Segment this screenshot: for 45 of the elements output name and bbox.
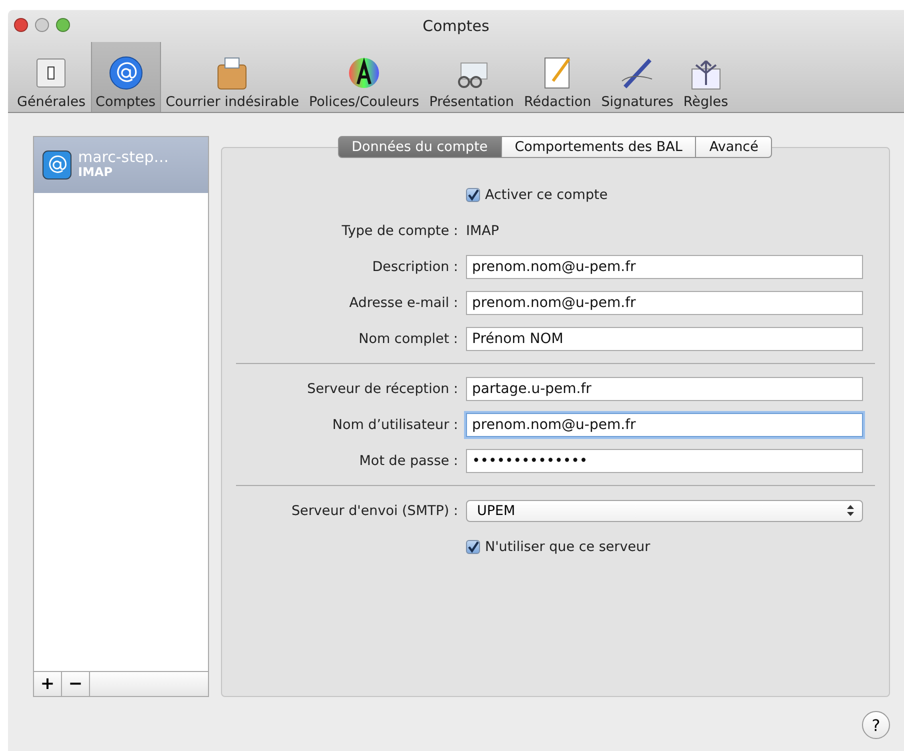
field-value: IMAP [466,222,500,238]
field-label: Serveur d'envoi (SMTP) : [290,502,458,518]
field-label: Nom complet : [358,330,458,346]
field-label: Nom d’utilisateur : [331,416,458,432]
field-label: Description : [371,258,458,274]
zoom-icon[interactable] [56,18,70,32]
select-field[interactable]: UPEM [466,500,863,522]
input-field[interactable]: partage.u-pem.fr [466,376,863,400]
tab[interactable]: Données du compte [338,136,502,158]
toolbar-tab[interactable]: Polices/Couleurs [304,42,424,112]
at-sign-icon [108,55,143,91]
tab[interactable]: Comportements des BAL [500,136,696,158]
field-label: Serveur de réception : [306,380,458,396]
toolbar-tab[interactable]: Générales [12,42,91,112]
input-field[interactable]: Prénom NOM [466,326,863,350]
input-field[interactable]: prenom.nom@u-pem.fr [466,254,863,278]
remove-button[interactable]: − [62,672,90,696]
toolbar-tab[interactable]: Présentation [424,42,519,112]
checkbox-label: Activer ce compte [485,186,608,202]
minimize-icon[interactable] [35,18,49,32]
toolbar-tab[interactable]: Signatures [596,42,678,112]
checkbox[interactable] [466,540,480,554]
account-type: IMAP [78,165,112,180]
field-label: Adresse e-mail : [348,294,458,310]
stepper-arrows-icon [847,505,854,516]
checkbox-label: N'utiliser que ce serveur [485,538,650,554]
input-field[interactable]: prenom.nom@u-pem.fr [466,412,863,436]
toolbar-tab[interactable]: Courrier indésirable [160,42,304,112]
toolbar-tab[interactable]: Rédaction [518,42,596,112]
input-field[interactable]: prenom.nom@u-pem.fr [466,290,863,314]
at-sign-icon [42,150,72,180]
toolbar-tab[interactable]: Règles [678,42,734,112]
toolbar-tab[interactable]: Comptes [90,42,161,112]
box-icon [215,55,250,91]
window-title: Comptes [422,16,490,35]
help-button[interactable]: ? [862,711,890,739]
field-label: Type de compte : [340,222,458,238]
add-button[interactable]: + [34,672,62,696]
tab[interactable]: Avancé [695,136,772,158]
close-icon[interactable] [14,18,28,32]
checkbox[interactable] [466,188,480,202]
account-name: marc-step… [78,150,169,165]
field-label: Mot de passe : [358,452,458,468]
color-wheel-icon [347,55,382,91]
password-field[interactable]: •••••••••••••• [466,448,863,472]
